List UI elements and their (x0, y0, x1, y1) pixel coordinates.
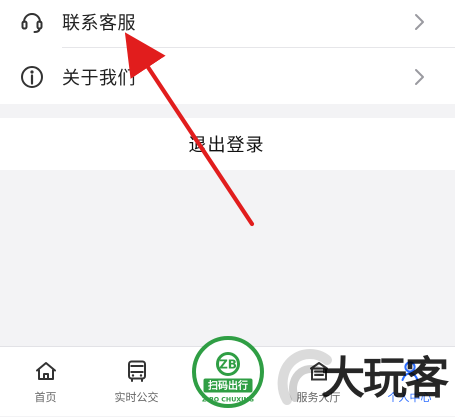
profile-icon (401, 361, 418, 381)
contact-support-label: 联系客服 (62, 13, 136, 34)
tab-scan-code[interactable]: ZB 扫码出行 ZIBO CHUXING (182, 336, 273, 417)
tab-profile[interactable]: 个人中心 (364, 347, 455, 417)
tab-realtime-bus[interactable]: 实时公交 (91, 347, 182, 417)
logout-label: 退出登录 (188, 135, 265, 156)
scan-bottom-text: ZIBO CHUXING (202, 397, 254, 404)
home-icon (35, 362, 56, 380)
about-us-label: 关于我们 (62, 68, 136, 89)
scan-code-icon: ZB 扫码出行 ZIBO CHUXING (191, 336, 264, 408)
bottom-tab-bar: 首页 实时公交 ZB 扫码出行 ZIBO CHUXING 服务大厅 个人中心 大… (0, 336, 455, 417)
bus-icon (127, 360, 146, 382)
settings-list: 联系客服 关于我们 (0, 0, 455, 104)
tab-realtime-bus-label: 实时公交 (114, 391, 159, 404)
tab-service-hall[interactable]: 服务大厅 (273, 347, 364, 417)
list-divider (62, 47, 455, 48)
section-gap (0, 104, 455, 118)
scan-mark: ZB (219, 358, 237, 372)
tab-home[interactable]: 首页 (0, 347, 91, 417)
logout-button[interactable]: 退出登录 (0, 118, 455, 170)
info-icon (21, 66, 43, 88)
service-hall-icon (309, 362, 328, 381)
tab-service-hall-label: 服务大厅 (296, 391, 341, 404)
chevron-right-icon (415, 14, 424, 30)
chevron-right-icon (415, 69, 424, 85)
settings-page: 联系客服 关于我们 退出登录 首页 实时公交 ZB 扫码出行 ZIBO CHUX… (0, 0, 455, 416)
contact-support-row[interactable]: 联系客服 (0, 0, 455, 50)
about-us-row[interactable]: 关于我们 (0, 50, 455, 104)
tab-profile-label: 个人中心 (387, 391, 432, 404)
headset-icon (21, 13, 43, 33)
scan-top-text: 扫码出行 (208, 379, 248, 392)
tab-home-label: 首页 (34, 391, 57, 404)
